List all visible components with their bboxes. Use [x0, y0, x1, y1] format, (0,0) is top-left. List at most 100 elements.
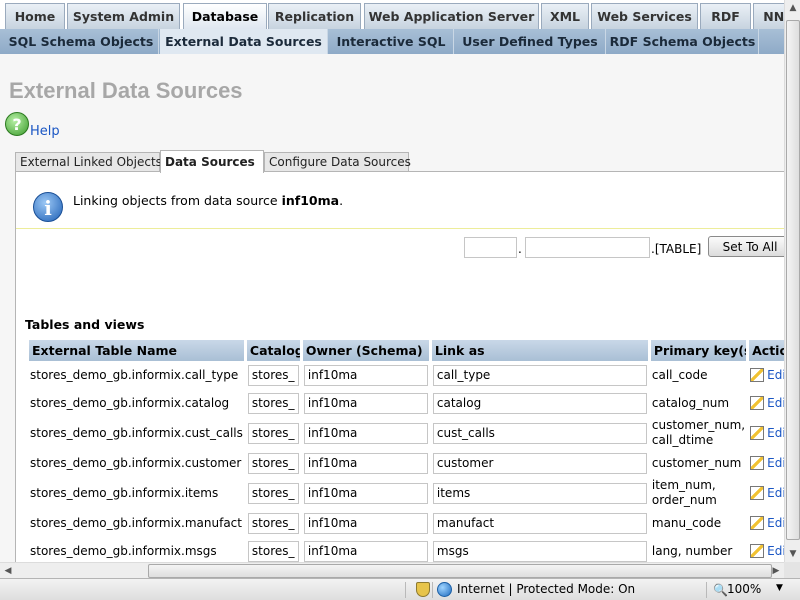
edit-link[interactable]: Edi: [767, 486, 784, 500]
edit-icon[interactable]: [750, 456, 765, 471]
link-as-input-cell: [432, 449, 648, 477]
catalog-input[interactable]: [247, 392, 299, 414]
catalog-input[interactable]: [247, 540, 299, 562]
edit-icon[interactable]: [750, 544, 765, 559]
catalog-input-cell: [247, 537, 300, 562]
scroll-right-icon[interactable]: ▶: [768, 563, 784, 579]
help-link[interactable]: Help: [30, 124, 60, 139]
primary-keys: lang, number: [651, 537, 746, 562]
link-as-input-cell: [432, 361, 648, 389]
primary-key: customer_num,: [651, 418, 746, 432]
catalog-schema-separator: .: [518, 242, 522, 256]
link-as-input[interactable]: [432, 452, 647, 474]
nav-tab-rdf[interactable]: RDF: [700, 3, 751, 29]
question-circle-icon[interactable]: ?: [5, 112, 29, 136]
owner-input[interactable]: [303, 512, 428, 534]
link-as-input[interactable]: [432, 392, 647, 414]
edit-link[interactable]: Edi: [767, 544, 784, 558]
zoom-dropdown-icon[interactable]: ▼: [776, 583, 783, 593]
catalog-input[interactable]: [247, 512, 299, 534]
link-as-input[interactable]: [432, 540, 647, 562]
subnav-tab-external-data-sources[interactable]: External Data Sources: [160, 29, 328, 54]
action-cell: Edi: [749, 537, 784, 562]
catalog-input[interactable]: [247, 482, 299, 504]
nav-tab-web-services[interactable]: Web Services: [591, 3, 698, 29]
owner-input[interactable]: [303, 482, 428, 504]
scroll-left-icon[interactable]: ◀: [0, 563, 16, 579]
sub-tab-external-linked-objects[interactable]: External Linked Objects: [15, 152, 162, 172]
vertical-scrollbar[interactable]: ▲ ▼: [784, 0, 800, 562]
set-to-all-button[interactable]: Set To All: [708, 236, 784, 257]
link-as-input-cell: [432, 417, 648, 449]
horizontal-scrollbar[interactable]: ◀ ▶: [0, 562, 784, 578]
vertical-scroll-thumb[interactable]: [786, 20, 800, 540]
edit-link[interactable]: Edi: [767, 368, 784, 382]
edit-link[interactable]: Edi: [767, 456, 784, 470]
catalog-input[interactable]: [247, 364, 299, 386]
owner-input[interactable]: [303, 364, 428, 386]
edit-icon[interactable]: [750, 486, 765, 501]
primary-key: call_code: [651, 367, 708, 382]
catalog-input[interactable]: [247, 452, 299, 474]
nav-tab-nnt[interactable]: NNT: [753, 3, 784, 29]
external-table-name: stores_demo_gb.informix.catalog: [30, 396, 230, 410]
edit-link[interactable]: Edi: [767, 396, 784, 410]
catalog-input[interactable]: [247, 422, 299, 444]
link-as-input[interactable]: [432, 482, 647, 504]
owner-input[interactable]: [303, 422, 428, 444]
action-cell: Edi: [749, 417, 784, 449]
column-header: Link as: [431, 340, 648, 361]
set-schema-input[interactable]: [525, 237, 650, 258]
nav-tab-database[interactable]: Database: [183, 3, 267, 29]
owner-input[interactable]: [303, 540, 428, 562]
horizontal-scroll-thumb[interactable]: [148, 564, 772, 578]
nav-tab-home[interactable]: Home: [5, 3, 65, 29]
set-catalog-input[interactable]: [464, 237, 517, 258]
sub-tab-configure-data-sources[interactable]: Configure Data Sources: [264, 152, 411, 172]
subnav-tab-interactive-sql[interactable]: Interactive SQL: [329, 29, 454, 54]
security-shield-icon[interactable]: [416, 582, 430, 597]
link-as-input[interactable]: [432, 364, 647, 386]
scrollbar-corner: [784, 562, 800, 578]
nav-tab-web-application-server[interactable]: Web Application Server: [364, 3, 539, 29]
primary-key: catalog_num: [651, 395, 730, 410]
table-row: stores_demo_gb.informix.call_type call_co…: [29, 361, 784, 389]
scroll-down-icon[interactable]: ▼: [785, 546, 800, 562]
datasource-name: inf10ma: [281, 193, 340, 208]
zoom-icon[interactable]: 🔍: [713, 583, 728, 597]
edit-icon[interactable]: [750, 396, 765, 411]
zoom-level[interactable]: 100%: [727, 582, 761, 596]
external-table-name: stores_demo_gb.informix.msgs: [30, 544, 217, 558]
info-message: Linking objects from data source inf10ma…: [73, 193, 343, 208]
sub-tab-data-sources[interactable]: Data Sources: [160, 150, 264, 173]
nav-tab-replication[interactable]: Replication: [268, 3, 361, 29]
catalog-input-cell: [247, 361, 300, 389]
primary-keys: item_num, order_num: [651, 477, 746, 509]
nav-tab-xml[interactable]: XML: [541, 3, 589, 29]
subnav-tab-user-defined-types[interactable]: User Defined Types: [455, 29, 606, 54]
edit-link[interactable]: Edi: [767, 516, 784, 530]
catalog-input-cell: [247, 509, 300, 537]
owner-input[interactable]: [303, 452, 428, 474]
primary-keys: manu_code: [651, 509, 746, 537]
scroll-up-icon[interactable]: ▲: [785, 0, 800, 16]
external-table-name: stores_demo_gb.informix.manufact: [30, 516, 242, 530]
link-as-input[interactable]: [432, 512, 647, 534]
security-zone-text[interactable]: Internet | Protected Mode: On: [457, 582, 635, 596]
subnav-tab-sql-schema-objects[interactable]: SQL Schema Objects: [4, 29, 159, 54]
edit-link[interactable]: Edi: [767, 426, 784, 440]
edit-icon[interactable]: [750, 426, 765, 441]
owner-input[interactable]: [303, 392, 428, 414]
subnav-tab-rdf-schema-objects[interactable]: RDF Schema Objects: [607, 29, 759, 54]
table-row: stores_demo_gb.informix.msgs lang, number…: [29, 537, 784, 562]
edit-icon[interactable]: [750, 516, 765, 531]
action-cell: Edi: [749, 389, 784, 417]
edit-icon[interactable]: [750, 368, 765, 383]
link-as-input[interactable]: [432, 422, 647, 444]
nav-tab-system-admin[interactable]: System Admin: [67, 3, 180, 29]
catalog-input-cell: [247, 449, 300, 477]
data-sources-panel: i Linking objects from data source inf10…: [15, 171, 784, 562]
external-table-name: stores_demo_gb.informix.cust_calls: [30, 426, 243, 440]
status-divider: [432, 582, 433, 598]
owner-input-cell: [303, 477, 429, 509]
